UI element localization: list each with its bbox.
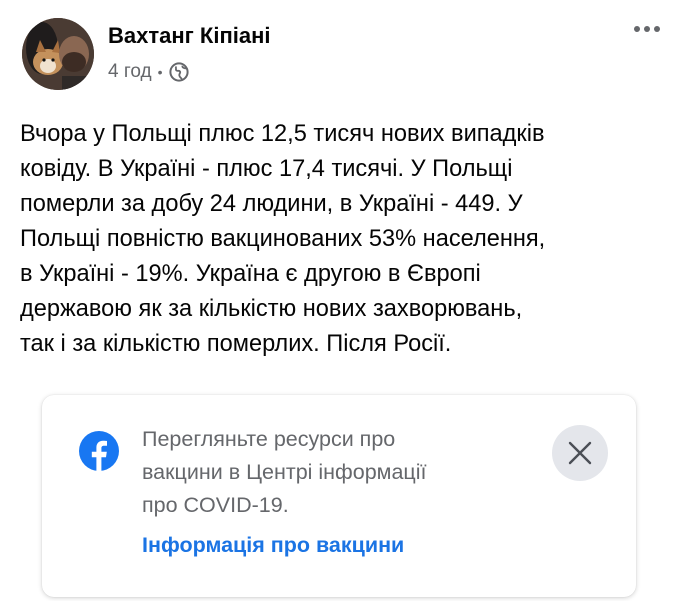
post-text-line: так і за кількістю померлих. Після Росії… [20,331,452,357]
card-text-line: вакцини в Центрі інформації [142,460,427,484]
covid-info-card: Перегляньте ресурси про вакцини в Центрі… [42,395,636,597]
vaccine-info-link[interactable]: Інформація про вакцини [142,533,404,558]
post-meta: 4 год • [108,60,189,84]
avatar[interactable] [22,18,94,90]
facebook-post: Вахтанг Кіпіані 4 год • Вчора у Польщі п… [0,0,680,601]
post-text: Вчора у Польщі плюс 12,5 тисяч нових вип… [20,117,660,362]
post-text-line: державою як за кількістю нових захворюва… [20,296,523,322]
card-text-line: Перегляньте ресурси про [142,427,396,451]
close-button[interactable] [552,425,608,481]
author-name[interactable]: Вахтанг Кіпіані [108,23,271,49]
meta-separator: • [157,64,163,80]
avatar-photo [22,18,94,90]
post-text-line: Польщі повністю вакцинованих 53% населен… [20,226,546,252]
post-text-line: померли за добу 24 людини, в Україні - 4… [20,191,523,217]
facebook-icon [79,431,119,471]
close-icon [568,441,592,465]
post-time[interactable]: 4 год [108,61,152,83]
post-text-line: Вчора у Польщі плюс 12,5 тисяч нових вип… [20,121,545,147]
globe-icon[interactable] [168,62,189,82]
post-text-line: ковіду. В Україні - плюс 17,4 тисячі. У … [20,156,513,182]
post-text-line: в Україні - 19%. Україна є другою в Євро… [20,261,481,287]
post-header: Вахтанг Кіпіані 4 год • [22,18,662,92]
card-text-line: про COVID-19. [142,493,289,517]
card-description: Перегляньте ресурси про вакцини в Центрі… [142,423,502,522]
more-options-icon[interactable] [634,26,660,32]
